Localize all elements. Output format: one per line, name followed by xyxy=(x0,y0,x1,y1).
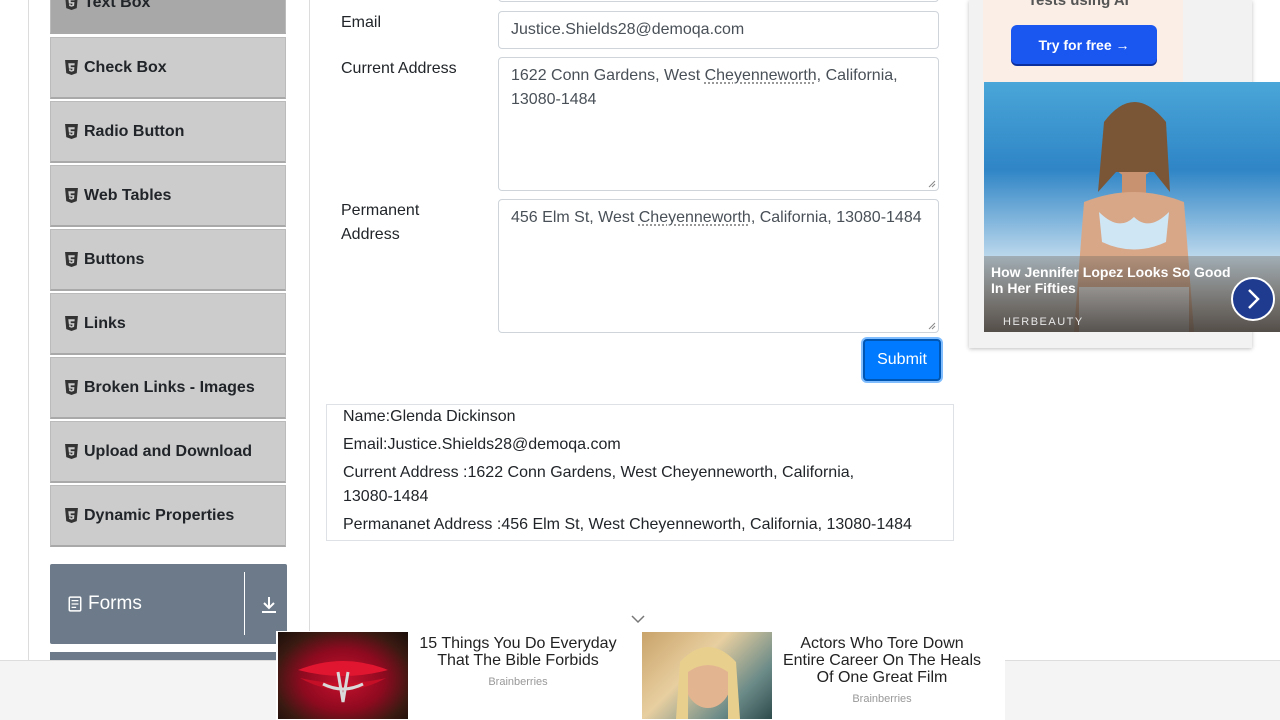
spellcheck-word: Cheyenneworth xyxy=(704,67,817,84)
sidebar-item-broken-links[interactable]: Broken Links - Images xyxy=(50,357,286,419)
page: Text Box Check Box Radio Button Web Tabl… xyxy=(0,0,1280,720)
sidebar-group-label: Forms xyxy=(88,593,142,614)
ad-thumbnail[interactable] xyxy=(642,632,772,719)
html5-icon xyxy=(65,60,78,75)
sidebar-item-text-box[interactable]: Text Box xyxy=(50,0,286,34)
html5-icon xyxy=(65,316,78,331)
spellcheck-word: Cheyenneworth xyxy=(638,209,751,226)
permanent-address-textarea[interactable]: 456 Elm St, West Cheyenneworth, Californ… xyxy=(498,199,939,333)
html5-icon xyxy=(65,444,78,459)
html5-icon xyxy=(65,0,78,10)
sidebar-item-label: Broken Links - Images xyxy=(84,378,255,396)
divider xyxy=(244,572,245,635)
sidebar-border xyxy=(309,0,310,720)
ad-thumbnail-art xyxy=(298,661,388,703)
sidebar-item-dynamic-properties[interactable]: Dynamic Properties xyxy=(50,485,286,547)
ad-caption[interactable]: How Jennifer Lopez Looks So Good In Her … xyxy=(991,264,1241,296)
current-address-text-line2: 13080-1484 xyxy=(511,91,597,108)
chevron-right-icon xyxy=(1248,289,1260,309)
permanent-address-text: 456 Elm St, West Cheyenneworth, Californ… xyxy=(511,209,922,226)
chevron-down-icon[interactable] xyxy=(630,613,646,625)
submit-button[interactable]: Submit xyxy=(863,339,941,381)
sidebar-item-label: Check Box xyxy=(84,58,167,76)
output-email: Email:Justice.Shields28@demoqa.com xyxy=(343,436,621,453)
bottom-ad-title-2[interactable]: Actors Who Tore Down Entire Career On Th… xyxy=(772,635,992,686)
output-current-address: Current Address :1622 Conn Gardens, West… xyxy=(343,464,855,481)
sidebar-item-label: Upload and Download xyxy=(84,442,252,460)
permanent-address-label: Permanent Address xyxy=(341,202,420,243)
current-address-textarea[interactable]: 1622 Conn Gardens, West Cheyenneworth, C… xyxy=(498,57,939,191)
sidebar-item-upload-download[interactable]: Upload and Download xyxy=(50,421,286,483)
document-icon xyxy=(68,596,82,612)
download-arrow-icon[interactable] xyxy=(258,594,280,616)
html5-icon xyxy=(65,124,78,139)
sidebar-item-web-tables[interactable]: Web Tables xyxy=(50,165,286,227)
sidebar-item-radio-button[interactable]: Radio Button xyxy=(50,101,286,163)
html5-icon xyxy=(65,380,78,395)
sidebar-item-label: Radio Button xyxy=(84,122,185,140)
resize-handle-icon[interactable] xyxy=(928,180,936,188)
email-label: Email xyxy=(341,14,382,31)
html5-icon xyxy=(65,508,78,523)
sidebar-item-label: Buttons xyxy=(84,250,145,268)
output-current-address-line2: 13080-1484 xyxy=(343,488,429,505)
sidebar-item-label: Links xyxy=(84,314,126,332)
left-border xyxy=(28,0,29,720)
ad-next-button[interactable] xyxy=(1231,277,1275,321)
bottom-ad-brand-2: Brainberries xyxy=(852,693,912,705)
try-for-free-button[interactable]: Try for free → xyxy=(1011,25,1157,64)
bottom-ad-title-1[interactable]: 15 Things You Do Everyday That The Bible… xyxy=(408,635,628,669)
ad-headline: Tests using AI xyxy=(1028,0,1129,9)
ad-brand: HERBEAUTY xyxy=(1003,316,1084,328)
ad-thumbnail[interactable] xyxy=(278,632,408,719)
output-name: Name:Glenda Dickinson xyxy=(343,408,516,425)
output-permanent-address: Permananet Address :456 Elm St, West Che… xyxy=(343,516,912,533)
html5-icon xyxy=(65,252,78,267)
email-field[interactable]: Justice.Shields28@demoqa.com xyxy=(498,11,939,49)
sidebar-item-links[interactable]: Links xyxy=(50,293,286,355)
full-name-field[interactable] xyxy=(498,0,939,2)
current-address-text: 1622 Conn Gardens, West Cheyenneworth, C… xyxy=(511,67,898,84)
sidebar-item-label: Text Box xyxy=(84,0,151,11)
resize-handle-icon[interactable] xyxy=(928,322,936,330)
sidebar-item-check-box[interactable]: Check Box xyxy=(50,37,286,99)
output-box: Name:Glenda Dickinson Email:Justice.Shie… xyxy=(326,404,954,541)
sidebar-item-buttons[interactable]: Buttons xyxy=(50,229,286,291)
sidebar-item-label: Web Tables xyxy=(84,186,172,204)
sidebar-group-forms[interactable]: Forms xyxy=(50,564,287,644)
ad-thumbnail-art xyxy=(676,647,740,719)
current-address-label: Current Address xyxy=(341,60,457,77)
sidebar-item-label: Dynamic Properties xyxy=(84,506,235,524)
bottom-ad-brand-1: Brainberries xyxy=(488,676,548,688)
html5-icon xyxy=(65,188,78,203)
